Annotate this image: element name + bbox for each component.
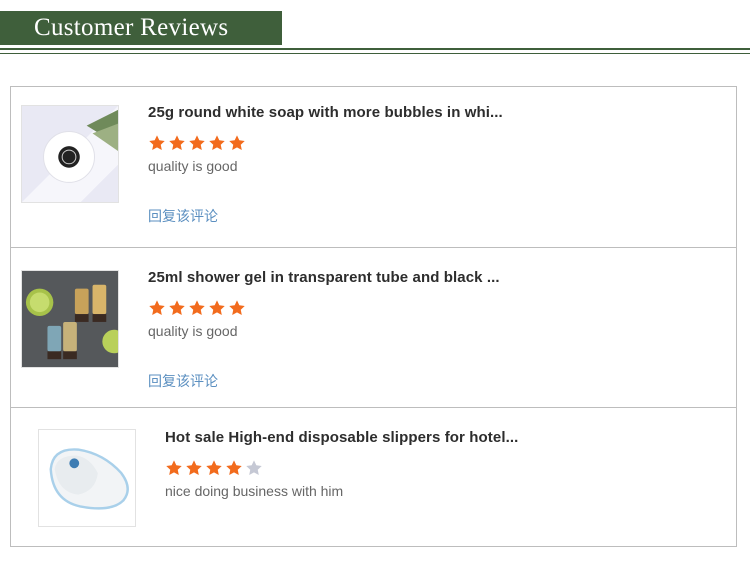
section-header: Customer Reviews xyxy=(0,11,282,45)
product-title[interactable]: 25g round white soap with more bubbles i… xyxy=(148,104,503,122)
review-content: 25g round white soap with more bubbles i… xyxy=(148,104,503,175)
star-rating xyxy=(148,299,500,317)
star-filled-icon xyxy=(226,460,242,476)
review-comment: quality is good xyxy=(148,323,238,339)
reply-link[interactable]: 回复该评论 xyxy=(148,373,218,390)
star-filled-icon xyxy=(209,300,225,316)
product-thumbnail[interactable] xyxy=(38,429,136,527)
review-item: 25g round white soap with more bubbles i… xyxy=(11,87,736,248)
star-filled-icon xyxy=(149,135,165,151)
review-content: Hot sale High-end disposable slippers fo… xyxy=(165,429,518,500)
star-filled-icon xyxy=(229,300,245,316)
star-filled-icon xyxy=(169,135,185,151)
review-comment: quality is good xyxy=(148,158,238,174)
review-comment: nice doing business with him xyxy=(165,483,344,499)
product-title[interactable]: Hot sale High-end disposable slippers fo… xyxy=(165,429,518,447)
star-filled-icon xyxy=(189,300,205,316)
star-filled-icon xyxy=(189,135,205,151)
star-empty-icon xyxy=(246,460,262,476)
section-title: Customer Reviews xyxy=(34,14,229,41)
star-rating xyxy=(165,459,518,477)
product-thumbnail[interactable] xyxy=(21,105,119,203)
star-rating xyxy=(148,134,503,152)
slippers-product-image xyxy=(39,430,135,526)
shower-gel-product-image xyxy=(22,271,118,367)
star-filled-icon xyxy=(166,460,182,476)
soap-product-image xyxy=(22,106,118,202)
star-filled-icon xyxy=(186,460,202,476)
product-thumbnail[interactable] xyxy=(21,270,119,368)
star-filled-icon xyxy=(229,135,245,151)
star-filled-icon xyxy=(206,460,222,476)
star-filled-icon xyxy=(209,135,225,151)
review-item: Hot sale High-end disposable slippers fo… xyxy=(11,407,736,546)
reviews-list: 25g round white soap with more bubbles i… xyxy=(10,86,737,547)
review-content: 25ml shower gel in transparent tube and … xyxy=(148,269,500,340)
header-divider-thin xyxy=(0,53,750,54)
header-divider xyxy=(0,48,750,50)
star-filled-icon xyxy=(169,300,185,316)
star-filled-icon xyxy=(149,300,165,316)
reply-link[interactable]: 回复该评论 xyxy=(148,208,218,225)
product-title[interactable]: 25ml shower gel in transparent tube and … xyxy=(148,269,500,287)
review-item: 25ml shower gel in transparent tube and … xyxy=(11,247,736,408)
